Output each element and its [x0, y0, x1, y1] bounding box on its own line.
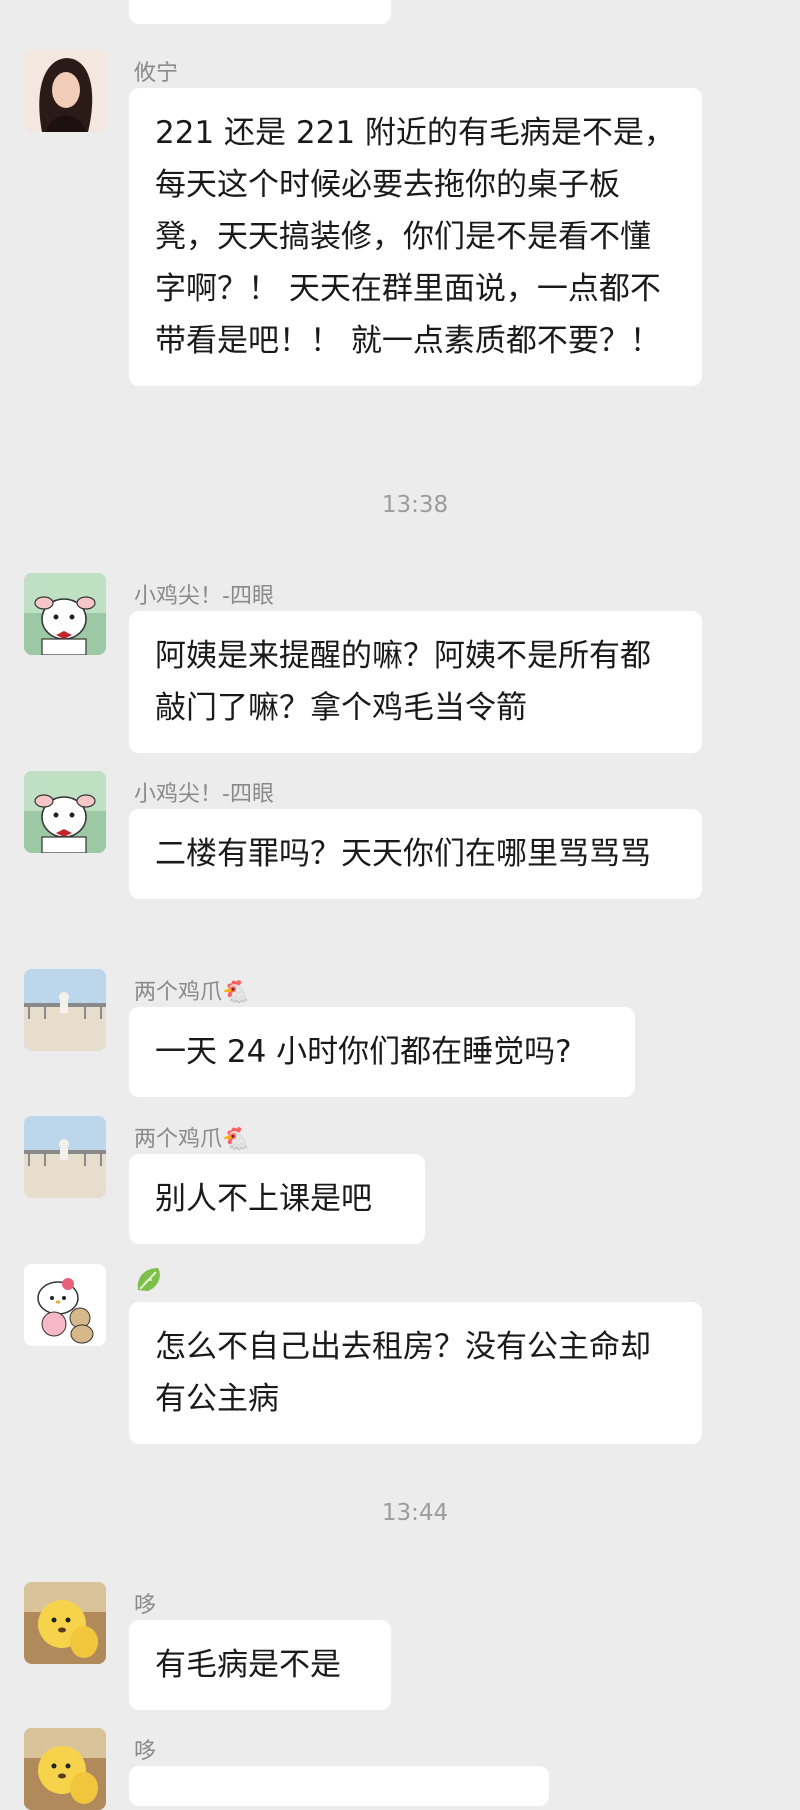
- avatar[interactable]: [24, 50, 106, 132]
- avatar[interactable]: [24, 1264, 106, 1346]
- avatar[interactable]: [24, 1582, 106, 1664]
- sender-name: 🥬: [134, 1264, 164, 1300]
- sender-name: 两个鸡爪🐔: [134, 980, 250, 1005]
- sender-name: 哆: [134, 1593, 157, 1618]
- message-bubble[interactable]: 二楼有罪吗？天天你们在哪里骂骂骂: [129, 809, 702, 899]
- avatar[interactable]: [24, 771, 106, 853]
- sender-name: 小鸡尖！-四眼: [134, 782, 274, 807]
- sender-name: 两个鸡爪🐔: [134, 1127, 250, 1152]
- sender-name: 小鸡尖！-四眼: [134, 584, 274, 609]
- message-bubble[interactable]: 阿姨是来提醒的嘛？阿姨不是所有都敲门了嘛？拿个鸡毛当令箭: [129, 611, 702, 753]
- message-bubble[interactable]: [129, 1766, 549, 1806]
- message-bubble[interactable]: 怎么不自己出去租房？没有公主命却有公主病: [129, 1302, 702, 1444]
- avatar[interactable]: [24, 969, 106, 1051]
- avatar[interactable]: [24, 1728, 106, 1810]
- message-bubble[interactable]: 一天 24 小时你们都在睡觉吗?: [129, 1007, 635, 1097]
- timestamp: 13:44: [381, 1500, 449, 1526]
- avatar[interactable]: [24, 573, 106, 655]
- timestamp: 13:38: [381, 492, 449, 518]
- sender-name: 攸宁: [134, 61, 179, 86]
- message-bubble[interactable]: 有毛病是不是: [129, 1620, 391, 1710]
- lettuce-icon: [137, 1268, 160, 1291]
- message-bubble[interactable]: 别人不上课是吧: [129, 1154, 425, 1244]
- previous-message-bubble[interactable]: [129, 0, 391, 24]
- sender-name: 哆: [134, 1739, 157, 1764]
- message-bubble[interactable]: 221 还是 221 附近的有毛病是不是，每天这个时候必要去拖你的桌子板凳，天天…: [129, 88, 702, 386]
- avatar[interactable]: [24, 1116, 106, 1198]
